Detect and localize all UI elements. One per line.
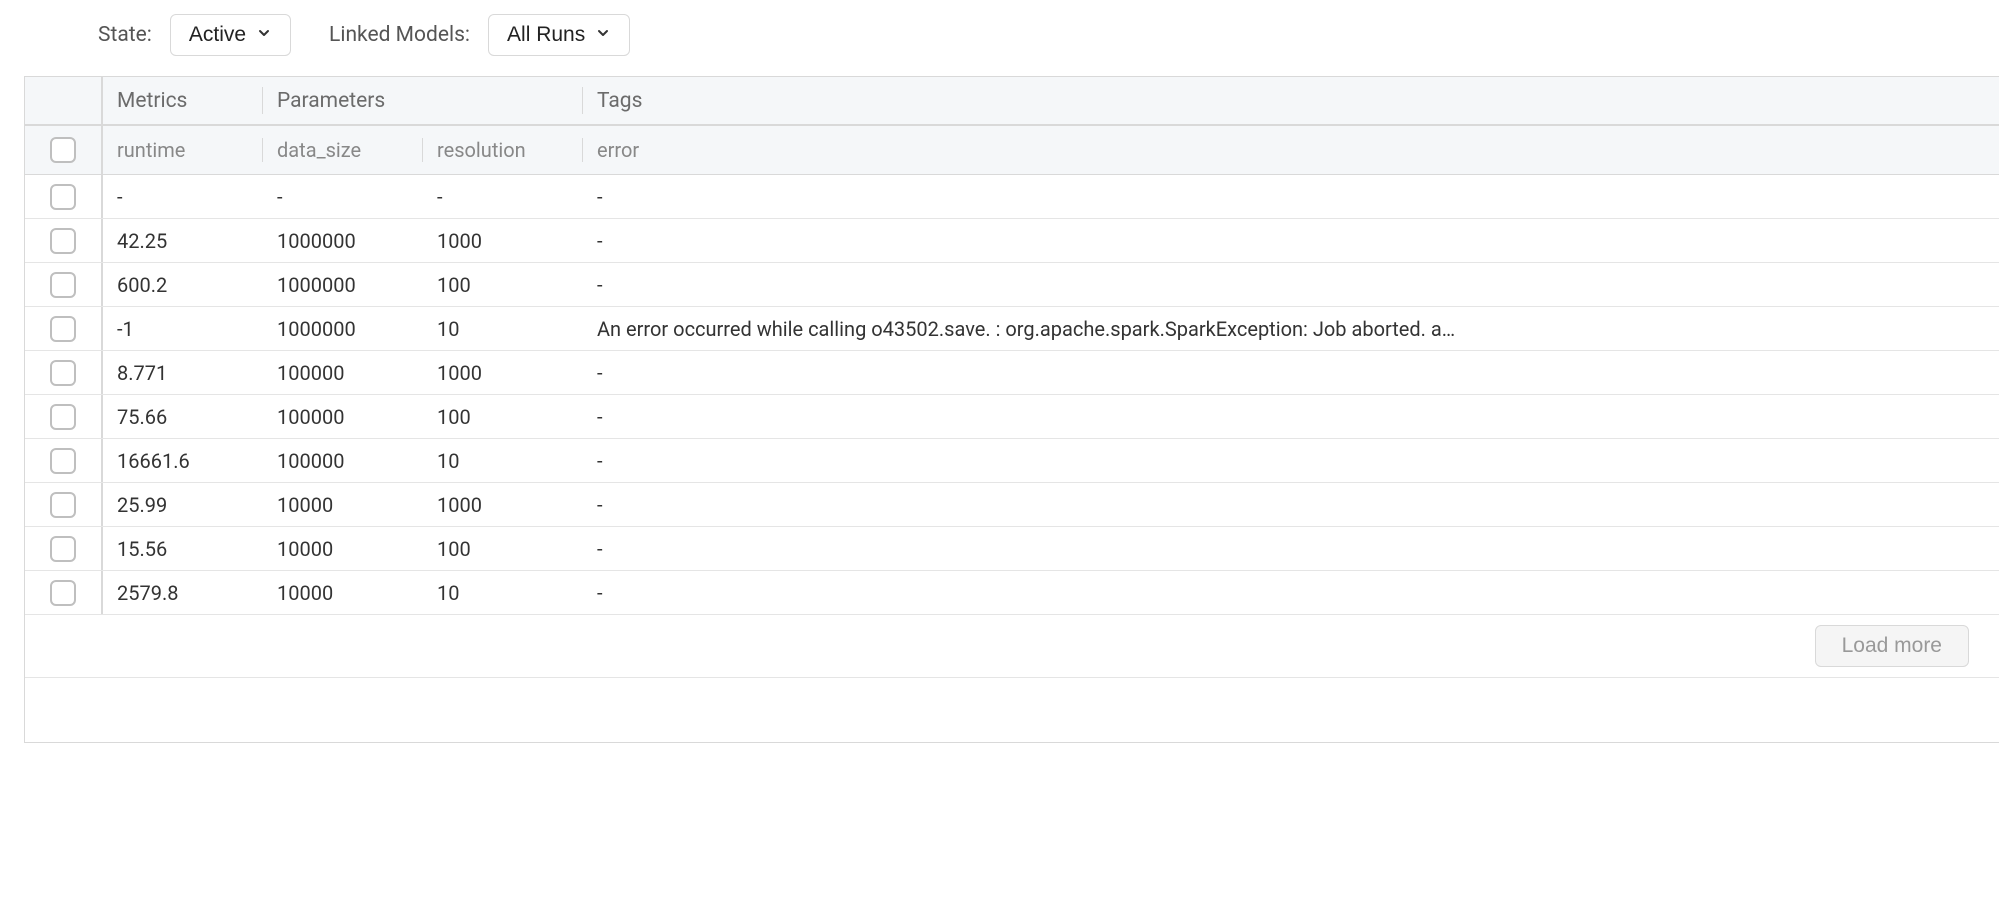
cell-data-size: -: [263, 175, 423, 218]
cell-error: -: [583, 219, 1999, 262]
row-select-checkbox[interactable]: [50, 316, 76, 342]
cell-resolution: 1000: [423, 351, 583, 394]
row-select-checkbox[interactable]: [50, 184, 76, 210]
cell-error: -: [583, 263, 1999, 306]
cell-data-size: 100000: [263, 351, 423, 394]
row-select-cell: [25, 263, 103, 306]
linked-models-filter-select[interactable]: All Runs: [488, 14, 630, 56]
cell-resolution: 1000: [423, 483, 583, 526]
cell-runtime: 15.56: [103, 527, 263, 570]
cell-runtime: 25.99: [103, 483, 263, 526]
row-select-checkbox[interactable]: [50, 404, 76, 430]
state-filter-select[interactable]: Active: [170, 14, 291, 56]
cell-resolution: 100: [423, 263, 583, 306]
cell-data-size: 10000: [263, 527, 423, 570]
linked-models-filter-value: All Runs: [507, 23, 585, 47]
row-select-cell: [25, 439, 103, 482]
row-select-cell: [25, 351, 103, 394]
cell-resolution: 10: [423, 571, 583, 614]
cell-data-size: 10000: [263, 571, 423, 614]
cell-error: -: [583, 483, 1999, 526]
row-select-checkbox[interactable]: [50, 580, 76, 606]
table-row[interactable]: 75.66100000100-: [25, 395, 1999, 439]
table-row[interactable]: 8.7711000001000-: [25, 351, 1999, 395]
row-select-checkbox[interactable]: [50, 536, 76, 562]
row-select-cell: [25, 175, 103, 218]
cell-data-size: 10000: [263, 483, 423, 526]
cell-data-size: 1000000: [263, 219, 423, 262]
row-select-checkbox[interactable]: [50, 272, 76, 298]
row-select-checkbox[interactable]: [50, 228, 76, 254]
column-header-resolution[interactable]: resolution: [423, 126, 583, 174]
column-group-metrics[interactable]: Metrics: [103, 77, 263, 124]
cell-resolution: 100: [423, 395, 583, 438]
cell-data-size: 1000000: [263, 263, 423, 306]
table-row[interactable]: 15.5610000100-: [25, 527, 1999, 571]
cell-data-size: 100000: [263, 395, 423, 438]
load-more-button[interactable]: Load more: [1815, 625, 1969, 667]
table-body: ----42.2510000001000-600.21000000100--11…: [25, 175, 1999, 615]
table-row[interactable]: 2579.81000010-: [25, 571, 1999, 615]
cell-resolution: 100: [423, 527, 583, 570]
filter-bar: State: Active Linked Models: All Runs: [0, 0, 1999, 76]
row-select-cell: [25, 307, 103, 350]
chevron-down-icon: [595, 23, 611, 47]
cell-resolution: 1000: [423, 219, 583, 262]
cell-error: An error occurred while calling o43502.s…: [583, 307, 1999, 350]
row-select-cell: [25, 571, 103, 614]
table-row[interactable]: 25.99100001000-: [25, 483, 1999, 527]
cell-runtime: 42.25: [103, 219, 263, 262]
state-filter-value: Active: [189, 23, 246, 47]
row-select-checkbox[interactable]: [50, 360, 76, 386]
cell-resolution: 10: [423, 307, 583, 350]
table-header: Metrics Parameters Tags runtime data_siz…: [25, 77, 1999, 175]
row-select-checkbox[interactable]: [50, 492, 76, 518]
state-filter-label: State:: [98, 23, 152, 47]
cell-runtime: 8.771: [103, 351, 263, 394]
runs-table: Metrics Parameters Tags runtime data_siz…: [24, 76, 1999, 743]
table-row[interactable]: 16661.610000010-: [25, 439, 1999, 483]
row-select-cell: [25, 483, 103, 526]
row-select-checkbox[interactable]: [50, 448, 76, 474]
chevron-down-icon: [256, 23, 272, 47]
cell-error: -: [583, 395, 1999, 438]
cell-runtime: 16661.6: [103, 439, 263, 482]
cell-error: -: [583, 527, 1999, 570]
table-footer: Load more: [25, 615, 1999, 678]
cell-error: -: [583, 571, 1999, 614]
cell-data-size: 1000000: [263, 307, 423, 350]
linked-models-filter-label: Linked Models:: [329, 23, 470, 47]
table-row[interactable]: -1100000010An error occurred while calli…: [25, 307, 1999, 351]
select-all-column: [25, 126, 103, 174]
cell-resolution: 10: [423, 439, 583, 482]
cell-data-size: 100000: [263, 439, 423, 482]
row-select-cell: [25, 219, 103, 262]
column-group-tags[interactable]: Tags: [583, 77, 1999, 124]
cell-error: -: [583, 351, 1999, 394]
column-header-data-size[interactable]: data_size: [263, 126, 423, 174]
column-header-error[interactable]: error: [583, 126, 1999, 174]
cell-runtime: 600.2: [103, 263, 263, 306]
column-group-parameters[interactable]: Parameters: [263, 77, 583, 124]
cell-error: -: [583, 439, 1999, 482]
table-row[interactable]: 600.21000000100-: [25, 263, 1999, 307]
table-row[interactable]: ----: [25, 175, 1999, 219]
cell-runtime: -: [103, 175, 263, 218]
row-select-cell: [25, 395, 103, 438]
select-all-cell: [25, 77, 103, 124]
row-select-cell: [25, 527, 103, 570]
select-all-checkbox[interactable]: [50, 137, 76, 163]
table-row[interactable]: 42.2510000001000-: [25, 219, 1999, 263]
cell-runtime: -1: [103, 307, 263, 350]
cell-resolution: -: [423, 175, 583, 218]
cell-runtime: 2579.8: [103, 571, 263, 614]
column-header-runtime[interactable]: runtime: [103, 126, 263, 174]
cell-runtime: 75.66: [103, 395, 263, 438]
cell-error: -: [583, 175, 1999, 218]
